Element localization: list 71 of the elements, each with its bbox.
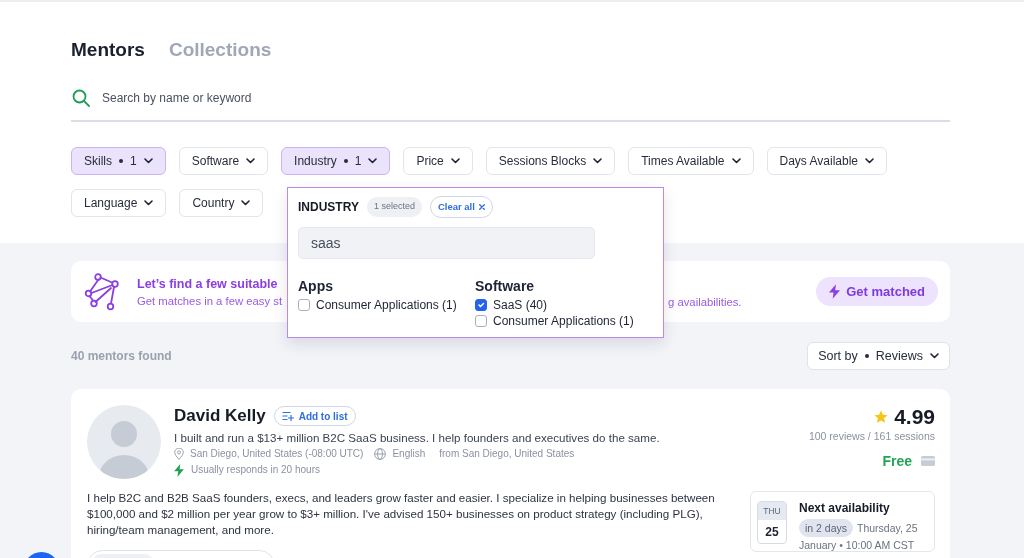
rating-value: 4.99 <box>894 405 935 429</box>
filter-button[interactable]: Language <box>71 189 167 217</box>
filter-button[interactable]: Skills 1 <box>71 147 166 175</box>
tab[interactable]: Mentors <box>71 38 145 62</box>
option-label[interactable]: SaaS (40) <box>493 297 548 314</box>
bullet-icon <box>864 354 869 358</box>
group-heading: Apps <box>298 278 333 295</box>
dropdown-title: INDUSTRY <box>298 199 359 217</box>
bolt-icon <box>174 463 184 477</box>
banner-subtitle: g availabilities. <box>668 295 742 308</box>
round-button[interactable] <box>28 552 55 558</box>
origin-text: from San Diego, United States <box>439 447 575 461</box>
search-field[interactable]: Search by name or keyword <box>102 86 950 110</box>
caret-icon <box>593 158 603 164</box>
day-number: 25 <box>764 524 780 541</box>
filter-search-field[interactable]: saas <box>298 227 595 260</box>
network-icon <box>84 272 120 311</box>
star-icon <box>874 410 889 424</box>
selected-count-badge: 1 selected <box>366 197 422 217</box>
filter-button[interactable]: Price <box>403 147 473 175</box>
card-icon <box>921 456 935 466</box>
bullet-icon <box>119 159 123 163</box>
option-label[interactable]: Consumer Applications (1) <box>316 297 457 314</box>
location-text: San Diego, United States (-08:00 UTC) <box>190 447 364 461</box>
filter-button[interactable]: Days Available <box>766 147 888 175</box>
globe-icon <box>374 448 387 460</box>
add-to-list-button[interactable]: Add to list <box>273 406 356 426</box>
caret-icon <box>241 200 251 206</box>
results-count: 40 mentors found <box>71 348 172 365</box>
language-text: English <box>392 447 426 461</box>
filter-button[interactable]: Country <box>179 189 264 217</box>
checkbox[interactable] <box>475 315 487 328</box>
get-matched-button[interactable]: Get matched <box>816 277 938 306</box>
pin-icon <box>174 448 184 460</box>
date-text: Thursday, 25 <box>857 521 918 536</box>
filter-button[interactable]: Times Available <box>628 147 754 175</box>
search-icon <box>72 89 90 107</box>
caret-icon <box>865 158 875 164</box>
group-heading: Software <box>475 278 535 295</box>
clear-all-button[interactable]: Clear all <box>429 196 493 219</box>
relative-time-badge: in 2 days <box>799 519 854 537</box>
sort-button[interactable]: Sort by Reviews <box>807 342 950 370</box>
filter-button[interactable]: Industry 1 <box>281 147 391 175</box>
weekday-label: THU <box>758 502 786 520</box>
time-text: January • 10:00 AM CST <box>799 539 915 551</box>
reviews-count: 100 reviews / 161 sessions <box>808 429 935 443</box>
caret-icon <box>144 200 154 206</box>
mentor-name: David Kelly <box>174 405 266 427</box>
banner-title: Let’s find a few suitable <box>137 276 278 291</box>
filter-button[interactable]: Sessions Blocks <box>485 147 616 175</box>
response-time-text: Usually responds in 20 hours <box>191 463 320 477</box>
bolt-icon <box>829 284 841 299</box>
mentor-bio: I help B2C and B2B SaaS founders, execs, and leaders grow faster and easier. I specialize in helping businesses between $100,000 and $2 million per year grow to $3+ million. I've advised 150+ businesses on product strategy (including PLG), hiring/team management, and more. <box>87 490 716 538</box>
price-text: Free <box>882 453 912 469</box>
caret-icon <box>143 158 153 164</box>
caret-icon <box>246 158 256 164</box>
bullet-icon <box>343 159 348 163</box>
checkbox[interactable] <box>475 299 487 312</box>
list-add-icon <box>281 411 294 421</box>
option-label[interactable]: Consumer Applications (1) <box>493 313 634 330</box>
segmented-control[interactable] <box>87 550 275 558</box>
mentor-tagline: I built and run a $13+ million B2C SaaS business. I help founders and executives do the same. <box>174 431 660 444</box>
caret-icon <box>930 353 939 359</box>
close-icon <box>478 204 485 211</box>
caret-icon <box>450 158 460 164</box>
checkbox[interactable] <box>298 299 310 312</box>
availability-title: Next availability <box>799 501 890 515</box>
caret-icon <box>731 158 741 164</box>
filter-button[interactable]: Software <box>178 147 269 175</box>
caret-icon <box>368 158 378 164</box>
banner-subtitle: Get matches in a few easy st <box>137 294 283 307</box>
